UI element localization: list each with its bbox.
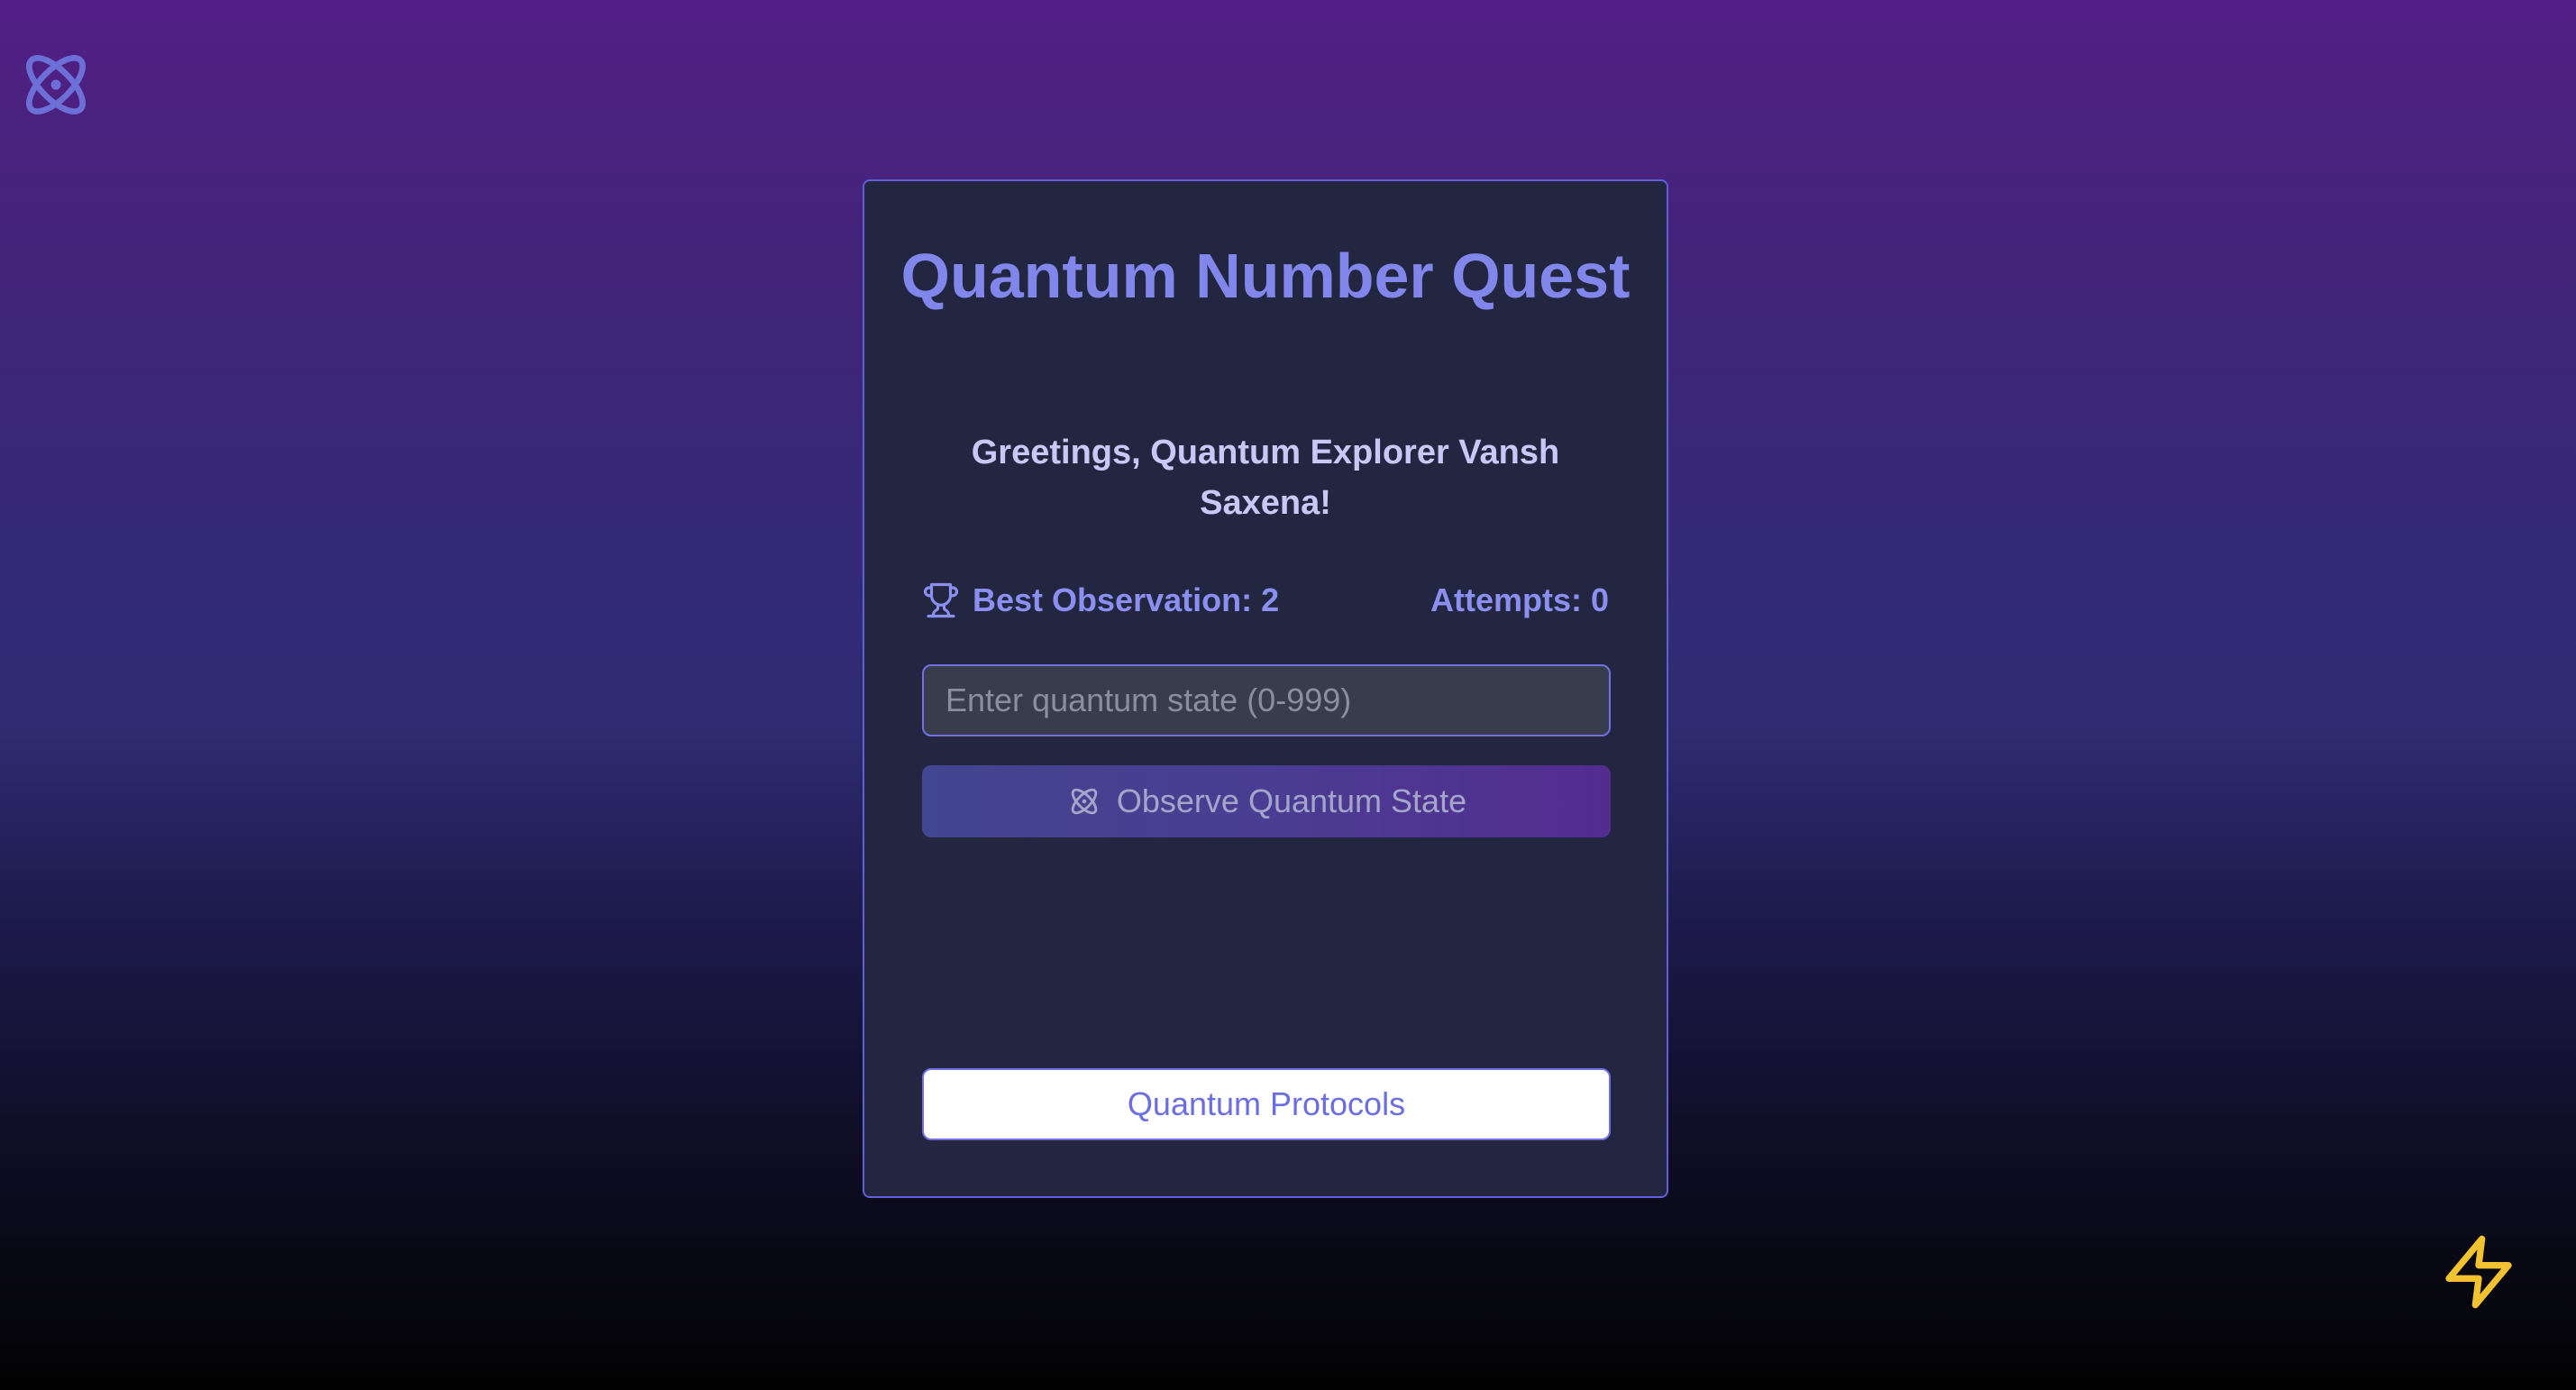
best-observation: Best Observation: 2 [922, 581, 1279, 619]
quantum-protocols-button[interactable]: Quantum Protocols [922, 1068, 1611, 1140]
game-card: Quantum Number Quest Greetings, Quantum … [863, 179, 1668, 1198]
trophy-icon [923, 582, 959, 618]
quantum-state-input[interactable] [922, 664, 1611, 736]
game-title: Quantum Number Quest [900, 241, 1631, 311]
atom-logo-icon [26, 55, 86, 114]
attempts-label: Attempts: 0 [1430, 581, 1609, 618]
observe-button-label: Observe Quantum State [1116, 782, 1467, 819]
atom-icon [1071, 788, 1098, 815]
stats-row: Best Observation: 2 Attempts: 0 [922, 578, 1609, 623]
observe-quantum-state-button[interactable]: Observe Quantum State [922, 765, 1611, 837]
greeting-text: Greetings, Quantum Explorer Vansh Saxena… [971, 434, 1560, 522]
protocols-button-label: Quantum Protocols [1127, 1085, 1406, 1122]
best-observation-label: Best Observation: 2 [973, 581, 1280, 618]
lightning-bolt-icon [2445, 1235, 2512, 1309]
